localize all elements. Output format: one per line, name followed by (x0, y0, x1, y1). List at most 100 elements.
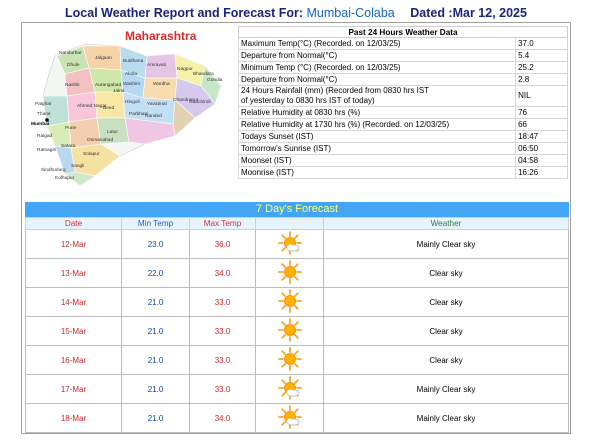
map-district-label: Solapur (83, 152, 100, 157)
forecast-row: 15-Mar 21.0 33.0 Clear sky (25, 316, 569, 346)
map-district-label: Buldhana (123, 59, 144, 64)
obs-label: Departure from Normal(°C) (237, 49, 517, 62)
map-district-label: Palghar (35, 102, 52, 107)
map-district-label: Nashik (65, 83, 80, 88)
forecast-date: 13-Mar (25, 258, 122, 288)
obs-row: Relative Humidity at 1730 hrs (%) (Recor… (237, 118, 568, 131)
obs-label-text: Moonset (IST) (241, 155, 292, 165)
map-district-label: Nanded (145, 114, 162, 119)
past-24h-table: Past 24 Hours Weather Data Maximum Temp(… (237, 26, 568, 179)
forecast-min-temp: 21.0 (121, 316, 190, 346)
forecast-max-temp: 34.0 (189, 403, 256, 433)
map-district-label: Latur (107, 130, 118, 135)
map-district-label: Thane (37, 112, 51, 117)
obs-label: Moonrise (IST) (237, 166, 517, 179)
map-district-label: Sangli (71, 164, 85, 169)
obs-label-text: Maximum Temp(°C) (Recorded. on 12/03/25) (241, 38, 401, 48)
location-text: Mumbai-Colaba (306, 6, 395, 20)
header-min-temp: Min Temp (121, 217, 190, 230)
forecast-date: 15-Mar (25, 316, 122, 346)
obs-value: NIL (515, 85, 568, 107)
sun-cloud-icon (277, 405, 302, 431)
obs-row: Relative Humidity at 0830 hrs (%) 76 (237, 106, 568, 119)
report-frame: Maharashtra Nandurbar Dhule Jalgaon Buldhan… (21, 22, 571, 434)
page-title: Local Weather Report and Forecast For: M… (0, 6, 592, 20)
obs-value: 25.2 (515, 61, 568, 74)
map-district-label: Yavatmal (147, 102, 167, 107)
date-text: Dated :Mar 12, 2025 (410, 6, 527, 20)
obs-value: 5.4 (515, 49, 568, 62)
map-district-label: Beed (103, 106, 115, 111)
map-district-label: Bhandara (193, 72, 214, 77)
forecast-max-temp: 34.0 (189, 258, 256, 288)
obs-value: 66 (515, 118, 568, 131)
map-district-label: Sindhudurg (41, 168, 66, 173)
obs-row: Departure from Normal(°C) 2.8 (237, 73, 568, 86)
forecast-row: 12-Mar 23.0 36.0 Mainly Clear sky (25, 229, 569, 259)
obs-label-text: Departure from Normal(°C) (241, 74, 338, 84)
obs-row: Maximum Temp(°C) (Recorded. on 12/03/25)… (237, 37, 568, 50)
forecast-banner: 7 Day's Forecast (25, 202, 569, 217)
map-district-label: Nagpur (177, 67, 193, 72)
forecast-max-temp: 33.0 (189, 316, 256, 346)
forecast-min-temp: 21.0 (121, 403, 190, 433)
header-date: Date (25, 217, 122, 230)
obs-value: 04:58 (515, 154, 568, 167)
forecast-icon-cell (255, 374, 324, 404)
obs-value: 37.0 (515, 37, 568, 50)
obs-value: 06:50 (515, 142, 568, 155)
forecast-row: 14-Mar 21.0 33.0 Clear sky (25, 287, 569, 317)
forecast-max-temp: 36.0 (189, 229, 256, 259)
forecast-icon-cell (255, 345, 324, 375)
map-district-label: Wardha (153, 82, 170, 87)
forecast-table: Date Min Temp Max Temp Weather 12-Mar 23.… (25, 217, 569, 433)
obs-label-text: Moonrise (IST) (241, 167, 294, 177)
obs-row: 24 Hours Rainfall (mm) (Recorded from 08… (237, 85, 568, 107)
map-district-label: Ratnagiri (37, 148, 57, 153)
forecast-weather: Mainly Clear sky (323, 229, 569, 259)
map-district-label: Pune (65, 126, 77, 131)
map-district-label: Hingoli (125, 100, 140, 105)
forecast-max-temp: 33.0 (189, 287, 256, 317)
obs-label-text-2: of yesterday to 0830 hrs IST of today) (241, 96, 375, 105)
forecast-date: 14-Mar (25, 287, 122, 317)
obs-label-text: Relative Humidity at 1730 hrs (%) (Recor… (241, 119, 450, 129)
obs-value: 16:26 (515, 166, 568, 179)
forecast-icon-cell (255, 287, 324, 317)
map-district-label: Gadchiroli (189, 100, 211, 105)
map-district-label: Gondia (207, 78, 223, 83)
forecast-date: 12-Mar (25, 229, 122, 259)
maharashtra-map[interactable]: Maharashtra Nandurbar Dhule Jalgaon Buldhan… (25, 26, 235, 198)
forecast-weather: Clear sky (323, 258, 569, 288)
forecast-icon-cell (255, 258, 324, 288)
forecast-weather: Clear sky (323, 345, 569, 375)
map-district-label: Washim (123, 82, 141, 87)
obs-value: 18:47 (515, 130, 568, 143)
map-district-label: Nandurbar (59, 51, 82, 56)
obs-label-text: Departure from Normal(°C) (241, 50, 338, 60)
map-district-label: Satara (61, 144, 76, 149)
forecast-max-temp: 33.0 (189, 345, 256, 375)
map-district-label: Jalgaon (95, 56, 112, 61)
header-max-temp: Max Temp (189, 217, 256, 230)
sun-cloud-icon (277, 376, 302, 402)
obs-row: Departure from Normal(°C) 5.4 (237, 49, 568, 62)
obs-row: Moonrise (IST) 16:26 (237, 166, 568, 179)
forecast-min-temp: 21.0 (121, 345, 190, 375)
obs-label-text: Relative Humidity at 0830 hrs (%) (241, 107, 361, 117)
forecast-min-temp: 21.0 (121, 287, 190, 317)
obs-label-text: Minimum Temp (°C) (Recorded. on 12/03/25… (241, 62, 401, 72)
obs-value: 2.8 (515, 73, 568, 86)
sun-icon (277, 260, 302, 286)
forecast-date: 17-Mar (25, 374, 122, 404)
map-title: Maharashtra (125, 29, 197, 43)
sun-icon (277, 289, 302, 315)
map-district-label: Mumbai (31, 122, 50, 127)
forecast-row: 18-Mar 21.0 34.0 Mainly Clear sky (25, 403, 569, 433)
map-district-label: Dhule (67, 63, 80, 68)
forecast-row: 13-Mar 22.0 34.0 Clear sky (25, 258, 569, 288)
obs-label: Maximum Temp(°C) (Recorded. on 12/03/25) (237, 37, 517, 50)
obs-label: Moonset (IST) (237, 154, 517, 167)
past-24h-title: Past 24 Hours Weather Data (238, 26, 568, 38)
forecast-weather: Mainly Clear sky (323, 374, 569, 404)
